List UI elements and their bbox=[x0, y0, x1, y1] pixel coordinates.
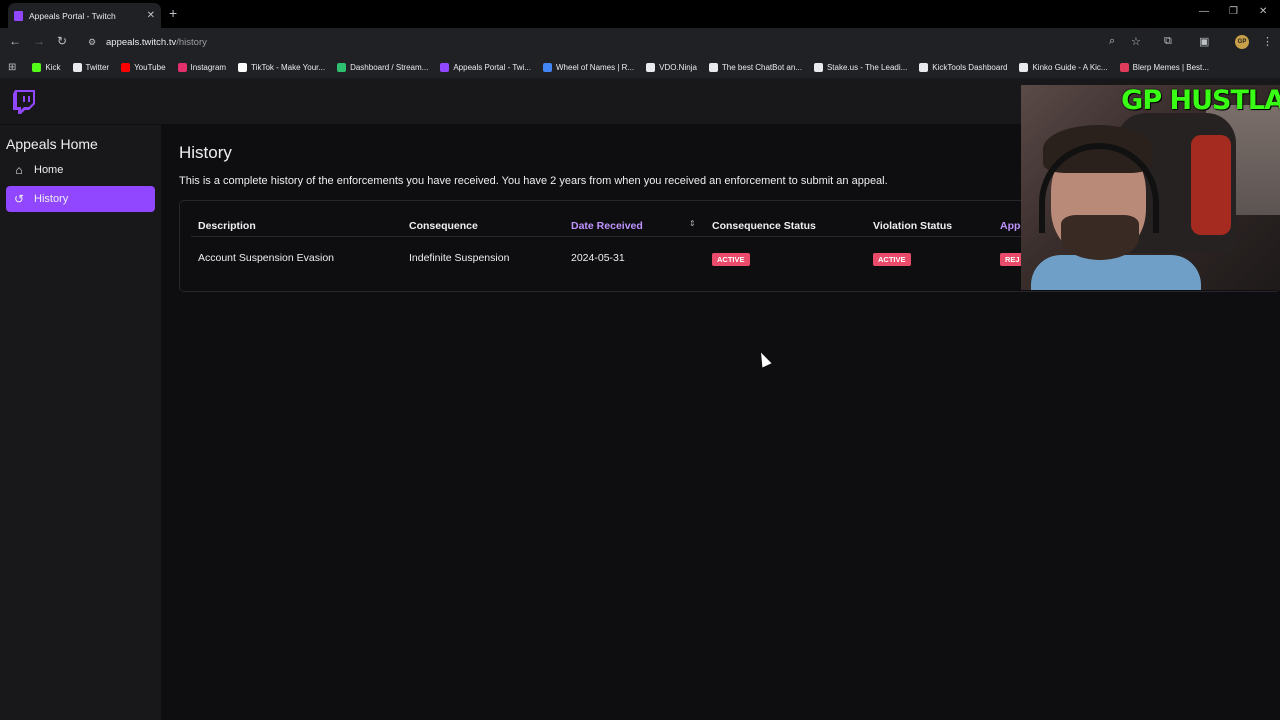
profile-avatar[interactable]: GP bbox=[1235, 35, 1249, 49]
bookmark-favicon-icon bbox=[72, 62, 82, 72]
bookmark-label: TikTok - Make Your... bbox=[251, 62, 326, 72]
column-header-consequence-status[interactable]: Consequence Status bbox=[712, 220, 816, 232]
address-bar[interactable]: ⚙ appeals.twitch.tv /history bbox=[82, 31, 1152, 53]
side-panel-icon[interactable]: ▣ bbox=[1199, 35, 1209, 48]
bookmark-favicon-icon bbox=[1019, 62, 1029, 72]
bookmark-label: Appeals Portal - Twi... bbox=[453, 62, 531, 72]
column-header-date-received[interactable]: Date Received bbox=[571, 220, 643, 232]
bookmark-item[interactable]: KickTools Dashboard bbox=[919, 62, 1008, 72]
bookmarks-bar: ⊞ Kick Twitter YouTube Instagram TikTok - Ma… bbox=[0, 56, 1280, 78]
history-icon: ↺ bbox=[13, 192, 25, 206]
url-host: appeals.twitch.tv bbox=[106, 36, 177, 48]
browser-tab-strip: Appeals Portal - Twitch ✕ + — ❐ ✕ bbox=[0, 0, 1280, 28]
gaming-chair-accent bbox=[1191, 135, 1231, 235]
bookmark-label: KickTools Dashboard bbox=[932, 62, 1008, 72]
bookmark-favicon-icon bbox=[813, 62, 823, 72]
column-header-description[interactable]: Description bbox=[198, 220, 256, 232]
bookmark-label: Blerp Memes | Best... bbox=[1132, 62, 1209, 72]
bookmark-item[interactable]: Dashboard / Stream... bbox=[337, 62, 429, 72]
violation-status-badge: ACTIVE bbox=[873, 253, 911, 266]
browser-tab-appeals-portal[interactable]: Appeals Portal - Twitch ✕ bbox=[8, 3, 161, 28]
cell-date-received: 2024-05-31 bbox=[571, 252, 625, 264]
column-header-consequence[interactable]: Consequence bbox=[409, 220, 478, 232]
bookmark-item[interactable]: The best ChatBot an... bbox=[708, 62, 802, 72]
bookmark-item[interactable]: TikTok - Make Your... bbox=[238, 62, 326, 72]
sidebar-item-label: Home bbox=[34, 164, 64, 176]
bookmark-item[interactable]: VDO.Ninja bbox=[646, 62, 697, 72]
bookmark-favicon-icon bbox=[543, 62, 552, 72]
sort-icon[interactable]: ⇕ bbox=[689, 219, 696, 228]
reload-icon[interactable]: ↻ bbox=[57, 34, 67, 48]
consequence-status-badge: ACTIVE bbox=[712, 253, 750, 266]
sidebar-item-label: History bbox=[34, 193, 69, 205]
bookmark-label: VDO.Ninja bbox=[659, 62, 697, 72]
twitch-favicon-icon bbox=[14, 10, 23, 21]
bookmark-item[interactable]: Appeals Portal - Twi... bbox=[440, 62, 531, 72]
bookmark-favicon-icon bbox=[646, 62, 656, 72]
sidebar-item-home[interactable]: ⌂ Home bbox=[6, 157, 155, 183]
bookmark-item[interactable]: YouTube bbox=[121, 62, 166, 72]
cell-description: Account Suspension Evasion bbox=[198, 252, 335, 264]
sidebar-title: Appeals Home bbox=[6, 136, 98, 152]
bookmark-favicon-icon bbox=[177, 62, 187, 72]
bookmark-item[interactable]: Twitter bbox=[72, 62, 110, 72]
column-header-violation-status[interactable]: Violation Status bbox=[873, 220, 952, 232]
bookmark-favicon-icon bbox=[238, 62, 248, 72]
page-title: History bbox=[179, 143, 232, 162]
sidebar-item-history[interactable]: ↺ History bbox=[6, 186, 155, 212]
bookmark-label: Kinko Guide - A Kic... bbox=[1032, 62, 1108, 72]
page-description: This is a complete history of the enforc… bbox=[179, 175, 888, 187]
cell-consequence: Indefinite Suspension bbox=[409, 252, 510, 264]
webcam-overlay: GP HUSTLA bbox=[1021, 85, 1280, 290]
new-tab-button[interactable]: + bbox=[169, 5, 177, 21]
bookmark-label: The best ChatBot an... bbox=[721, 62, 802, 72]
bookmark-label: Kick bbox=[45, 62, 61, 72]
stream-overlay-text: GP HUSTLA bbox=[1121, 85, 1280, 116]
bookmark-label: Dashboard / Stream... bbox=[350, 62, 429, 72]
bookmark-label: Wheel of Names | R... bbox=[556, 62, 635, 72]
minimize-window-button[interactable]: — bbox=[1199, 6, 1209, 17]
site-info-icon[interactable]: ⚙ bbox=[88, 37, 98, 47]
bookmark-favicon-icon bbox=[919, 62, 929, 72]
bookmark-item[interactable]: Instagram bbox=[177, 62, 227, 72]
twitch-logo-icon[interactable] bbox=[13, 90, 35, 114]
restore-window-button[interactable]: ❐ bbox=[1229, 6, 1238, 17]
bookmark-favicon-icon bbox=[32, 62, 42, 72]
bookmark-item[interactable]: Kick bbox=[32, 62, 61, 72]
bookmark-favicon-icon bbox=[337, 62, 347, 72]
home-icon: ⌂ bbox=[15, 163, 23, 177]
bookmark-label: Stake.us - The Leadi... bbox=[826, 62, 908, 72]
browser-toolbar: ← → ↻ ⚙ appeals.twitch.tv /history ⌕ ☆ ⧉… bbox=[0, 28, 1280, 56]
streamer-shirt bbox=[1031, 255, 1201, 290]
extensions-icon[interactable]: ⧉ bbox=[1164, 35, 1172, 48]
bookmark-label: Twitter bbox=[85, 62, 110, 72]
tab-close-icon[interactable]: ✕ bbox=[147, 10, 155, 21]
bookmark-item[interactable]: Stake.us - The Leadi... bbox=[813, 62, 908, 72]
bookmark-favicon-icon bbox=[708, 62, 718, 72]
bookmark-label: YouTube bbox=[134, 62, 166, 72]
bookmark-label: Instagram bbox=[190, 62, 227, 72]
back-arrow-icon[interactable]: ← bbox=[9, 34, 21, 48]
bookmark-favicon-icon bbox=[1119, 62, 1129, 72]
bookmark-star-icon[interactable]: ☆ bbox=[1131, 35, 1141, 48]
close-window-button[interactable]: ✕ bbox=[1259, 6, 1267, 17]
browser-menu-icon[interactable]: ⋮ bbox=[1262, 35, 1273, 48]
bookmark-favicon-icon bbox=[121, 62, 131, 72]
zoom-icon[interactable]: ⌕ bbox=[1109, 35, 1115, 48]
bookmark-item[interactable]: Wheel of Names | R... bbox=[543, 62, 635, 72]
bookmark-favicon-icon bbox=[440, 62, 450, 72]
forward-arrow-icon[interactable]: → bbox=[33, 34, 45, 48]
sidebar: Appeals Home ⌂ Home ↺ History bbox=[0, 125, 161, 720]
apps-grid-icon[interactable]: ⊞ bbox=[8, 62, 16, 73]
bookmark-item[interactable]: Kinko Guide - A Kic... bbox=[1019, 62, 1108, 72]
bookmark-item[interactable]: Blerp Memes | Best... bbox=[1119, 62, 1209, 72]
tab-title: Appeals Portal - Twitch bbox=[29, 10, 116, 21]
url-path: /history bbox=[176, 36, 207, 48]
